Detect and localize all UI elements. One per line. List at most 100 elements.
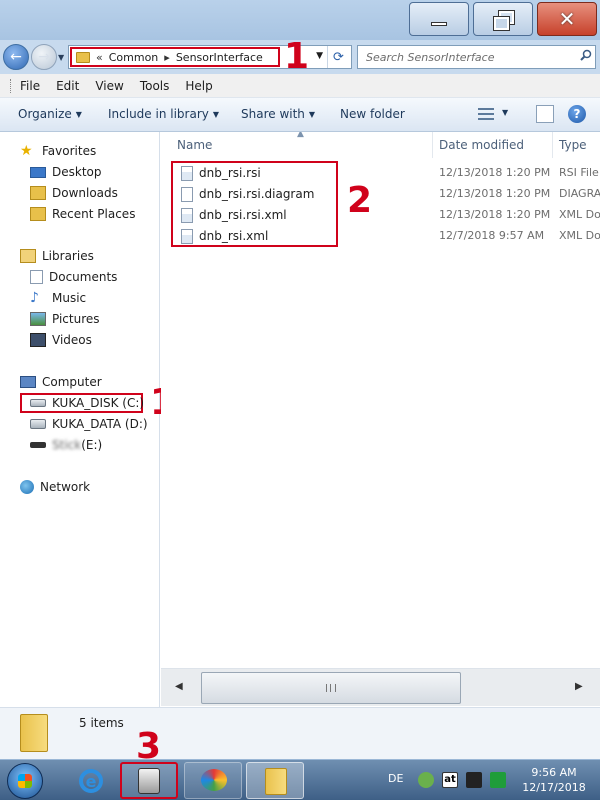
menu-tools[interactable]: Tools (140, 79, 170, 93)
clock-date: 12/17/2018 (522, 781, 586, 794)
nav-music[interactable]: ♪ Music (30, 289, 86, 307)
nav-computer[interactable]: Computer (20, 373, 102, 391)
menu-view[interactable]: View (95, 79, 123, 93)
details-pane: 5 items (0, 707, 600, 759)
nav-label: Desktop (52, 165, 102, 179)
tray-status-icon[interactable] (418, 772, 434, 788)
taskbar-internet-explorer[interactable]: e (61, 762, 119, 799)
minimize-button[interactable] (409, 2, 469, 36)
taskbar-windows-explorer[interactable] (246, 762, 304, 799)
nav-recent-places[interactable]: Recent Places (30, 205, 135, 223)
nav-libraries[interactable]: Libraries (20, 247, 94, 265)
annotation-number-3: 3 (136, 726, 162, 767)
menu-file[interactable]: File (20, 79, 40, 93)
annotation-number-1-address: 1 (284, 36, 310, 77)
xml-file-icon (181, 208, 193, 223)
include-in-library-button[interactable]: Include in library ▼ (108, 107, 219, 121)
tray-device-icon[interactable] (466, 772, 482, 788)
desktop-icon (30, 166, 46, 178)
preview-pane-button[interactable] (536, 105, 554, 123)
nav-downloads[interactable]: Downloads (30, 184, 118, 202)
folder-icon (20, 714, 48, 752)
nav-videos[interactable]: Videos (30, 331, 92, 349)
xml-file-icon (181, 229, 193, 244)
refresh-icon: ⟳ (333, 49, 344, 65)
include-in-library-label: Include in library (108, 107, 209, 121)
nav-pictures[interactable]: Pictures (30, 310, 100, 328)
recent-places-icon (30, 207, 46, 221)
file-list: ▲ Name Date modified Type dnb_rsi.rsi 12… (161, 132, 600, 662)
file-row[interactable]: dnb_rsi.rsi.xml 12/13/2018 1:20 PM XML D… (175, 205, 600, 226)
address-history-dropdown[interactable]: ▼ (316, 51, 323, 61)
back-button[interactable]: ← (3, 44, 29, 70)
help-icon[interactable]: ? (568, 105, 586, 123)
libraries-icon (20, 249, 36, 263)
nav-documents[interactable]: Documents (30, 268, 117, 286)
chevron-down-icon: ▼ (308, 110, 316, 119)
videos-icon (30, 333, 46, 347)
menu-help[interactable]: Help (185, 79, 212, 93)
navigation-bar: ← → ▼ « Common ▸ SensorInterface ▼ ⟳ 1 S… (0, 36, 600, 77)
scroll-left-icon[interactable]: ◀ (175, 681, 183, 692)
system-clock[interactable]: 9:56 AM 12/17/2018 (516, 765, 592, 795)
nav-label-redacted: Stick (52, 438, 82, 452)
file-row[interactable]: dnb_rsi.xml 12/7/2018 9:57 AM XML Do (175, 226, 600, 247)
nav-drive-c[interactable]: KUKA_DISK (C:) (30, 394, 144, 412)
tray-safe-removal-icon[interactable] (490, 772, 506, 788)
breadcrumb-common[interactable]: Common (109, 51, 159, 64)
menu-edit[interactable]: Edit (56, 79, 79, 93)
arrow-right-icon: → (38, 49, 50, 65)
nav-drive-e[interactable]: Stick (E:) (30, 436, 102, 454)
view-options-dropdown[interactable]: ▼ (502, 108, 508, 117)
breadcrumb-sensorinterface[interactable]: SensorInterface (176, 51, 263, 64)
music-note-icon: ♪ (30, 290, 39, 306)
start-button[interactable] (7, 763, 43, 799)
rsi-file-icon (181, 166, 193, 181)
file-type: DIAGRAM (559, 187, 600, 200)
taskbar-paint[interactable] (184, 762, 242, 799)
file-row[interactable]: dnb_rsi.rsi 12/13/2018 1:20 PM RSI File (175, 163, 599, 184)
tray-at-icon[interactable]: at (442, 772, 458, 788)
organize-button[interactable]: Organize ▼ (18, 107, 82, 121)
column-header-date-modified[interactable]: Date modified (433, 132, 553, 158)
forward-button[interactable]: → (31, 44, 57, 70)
internet-explorer-icon: e (79, 769, 103, 793)
refresh-button[interactable]: ⟳ (327, 46, 349, 68)
nav-network[interactable]: Network (20, 478, 90, 496)
nav-favorites[interactable]: ★ Favorites (20, 142, 96, 160)
share-with-label: Share with (241, 107, 305, 121)
close-button[interactable]: ✕ (537, 2, 597, 36)
new-folder-button[interactable]: New folder (340, 107, 405, 121)
address-bar[interactable]: « Common ▸ SensorInterface ▼ ⟳ (68, 45, 352, 69)
change-view-icon[interactable] (478, 108, 494, 120)
taskbar-kuka-app[interactable] (120, 762, 178, 799)
recent-pages-dropdown[interactable]: ▼ (58, 53, 64, 62)
file-name: dnb_rsi.xml (199, 229, 269, 243)
maximize-button[interactable] (473, 2, 533, 36)
file-row[interactable]: dnb_rsi.rsi.diagram 12/13/2018 1:20 PM D… (175, 184, 600, 205)
title-bar: ✕ (0, 0, 600, 40)
file-date: 12/13/2018 1:20 PM (439, 166, 551, 179)
breadcrumb-separator-icon[interactable]: ▸ (164, 51, 170, 64)
search-input[interactable]: Search SensorInterface (357, 45, 596, 69)
navigation-pane: ★ Favorites Desktop Downloads Recent Plac… (0, 132, 175, 707)
nav-label: Downloads (52, 186, 118, 200)
nav-label: Recent Places (52, 207, 136, 221)
nav-label: Favorites (42, 144, 97, 158)
file-type: RSI File (559, 166, 599, 179)
file-name: dnb_rsi.rsi.xml (199, 208, 287, 222)
nav-desktop[interactable]: Desktop (30, 163, 102, 181)
column-header-name[interactable]: Name (161, 132, 433, 158)
search-icon[interactable] (580, 49, 592, 61)
network-icon (20, 480, 34, 494)
language-indicator[interactable]: DE (388, 772, 403, 785)
hard-drive-icon (30, 399, 46, 407)
scrollbar-thumb[interactable] (201, 672, 461, 704)
horizontal-scrollbar[interactable]: ◀ ▶ (161, 668, 600, 706)
column-header-type[interactable]: Type (553, 132, 600, 158)
scroll-right-icon[interactable]: ▶ (575, 681, 583, 692)
overflow-chevron[interactable]: « (96, 51, 103, 64)
share-with-button[interactable]: Share with ▼ (241, 107, 315, 121)
computer-icon (20, 376, 36, 388)
nav-drive-d[interactable]: KUKA_DATA (D:) (30, 415, 148, 433)
